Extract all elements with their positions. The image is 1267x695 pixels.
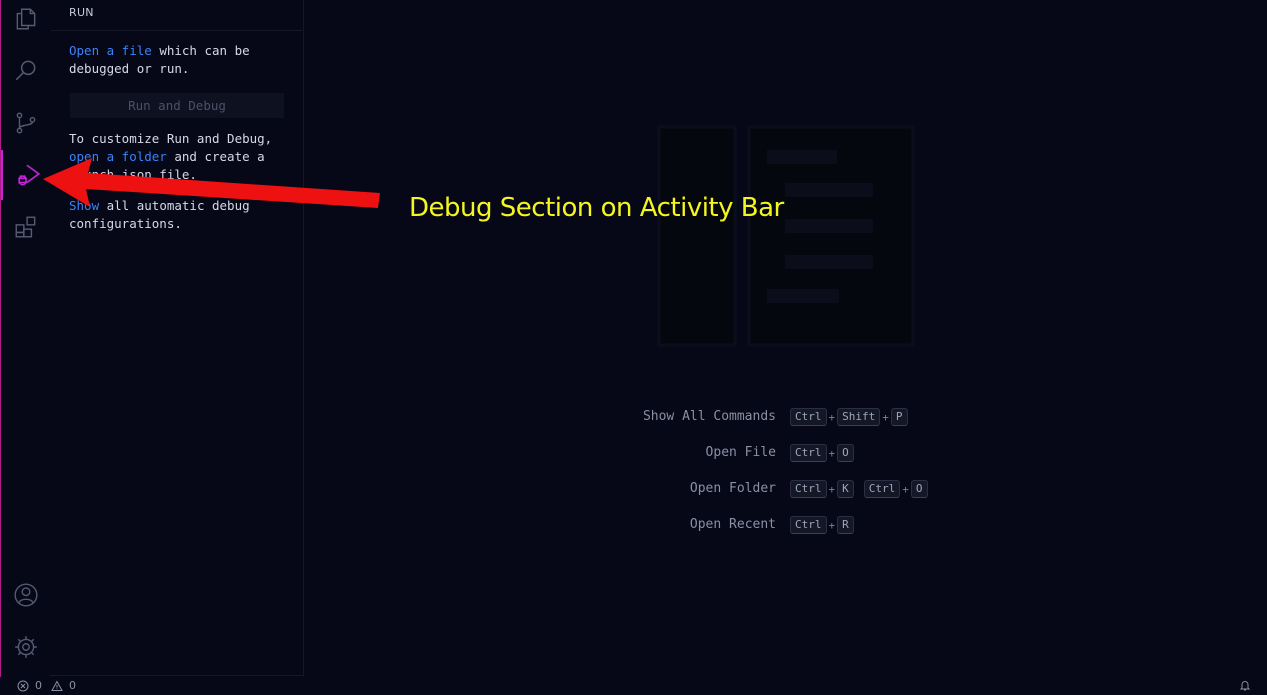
open-file-paragraph: Open a file which can be debugged or run… [69, 42, 294, 78]
activity-bar [0, 0, 51, 677]
source-control-icon [16, 112, 36, 134]
shortcut-label: Show All Commands [642, 409, 776, 424]
warning-icon [51, 679, 63, 691]
key: Shift [837, 408, 881, 426]
run-and-debug-button[interactable]: Run and Debug [70, 93, 284, 118]
editor-watermark-logo [657, 125, 915, 347]
warning-count: 0 [69, 679, 76, 692]
notifications-button[interactable] [1239, 679, 1257, 691]
shortcut-label: Open Folder [689, 481, 776, 496]
problems-status[interactable]: 0 0 [17, 679, 76, 692]
error-icon [17, 680, 29, 691]
key: O [837, 444, 854, 462]
settings-gear-icon [15, 636, 37, 658]
status-bar: 0 0 [0, 677, 1267, 695]
manage-button[interactable] [1, 622, 51, 672]
key: Ctrl [790, 516, 827, 534]
annotation-label: Debug Section on Activity Bar [409, 193, 784, 223]
key: Ctrl [790, 444, 827, 462]
bell-icon [1239, 681, 1251, 691]
run-sidebar: RUN Open a file which can be debugged or… [50, 0, 304, 676]
shortcut-label: Open File [705, 445, 776, 460]
sidebar-title: RUN [69, 6, 94, 19]
shortcut-show-all-commands: Show All Commands Ctrl + Shift + P [600, 407, 908, 427]
key: R [837, 516, 854, 534]
key: Ctrl [863, 480, 901, 498]
source-control-button[interactable] [1, 98, 51, 148]
explorer-button[interactable] [1, 0, 51, 44]
accounts-icon [14, 583, 38, 607]
shortcut-open-folder: Open Folder Ctrl + K Ctrl + O [600, 479, 928, 499]
key: P [890, 408, 908, 426]
shortcut-label: Open Recent [689, 517, 776, 532]
search-button[interactable] [1, 45, 51, 95]
error-count: 0 [35, 679, 42, 692]
shortcut-open-recent: Open Recent Ctrl + R [600, 515, 854, 535]
open-file-link[interactable]: Open a file [69, 43, 152, 58]
customize-text: To customize Run and Debug, [69, 131, 273, 146]
shortcut-open-file: Open File Ctrl + O [600, 443, 854, 463]
shortcut-keys: Ctrl + Shift + P [790, 408, 908, 426]
key: Ctrl [790, 408, 827, 426]
explorer-icon [16, 8, 36, 30]
shortcut-keys: Ctrl + K Ctrl + O [790, 480, 928, 498]
run-debug-icon [18, 164, 41, 186]
shortcut-keys: Ctrl + O [790, 444, 854, 462]
key: K [837, 480, 854, 498]
key: Ctrl [790, 480, 827, 498]
extensions-icon [15, 216, 36, 238]
shortcut-keys: Ctrl + R [790, 516, 854, 534]
run-view-content: Open a file which can be debugged or run… [51, 30, 302, 676]
accounts-button[interactable] [1, 570, 51, 620]
key: O [910, 480, 928, 498]
search-icon [15, 60, 36, 81]
annotation-arrow [43, 158, 380, 208]
